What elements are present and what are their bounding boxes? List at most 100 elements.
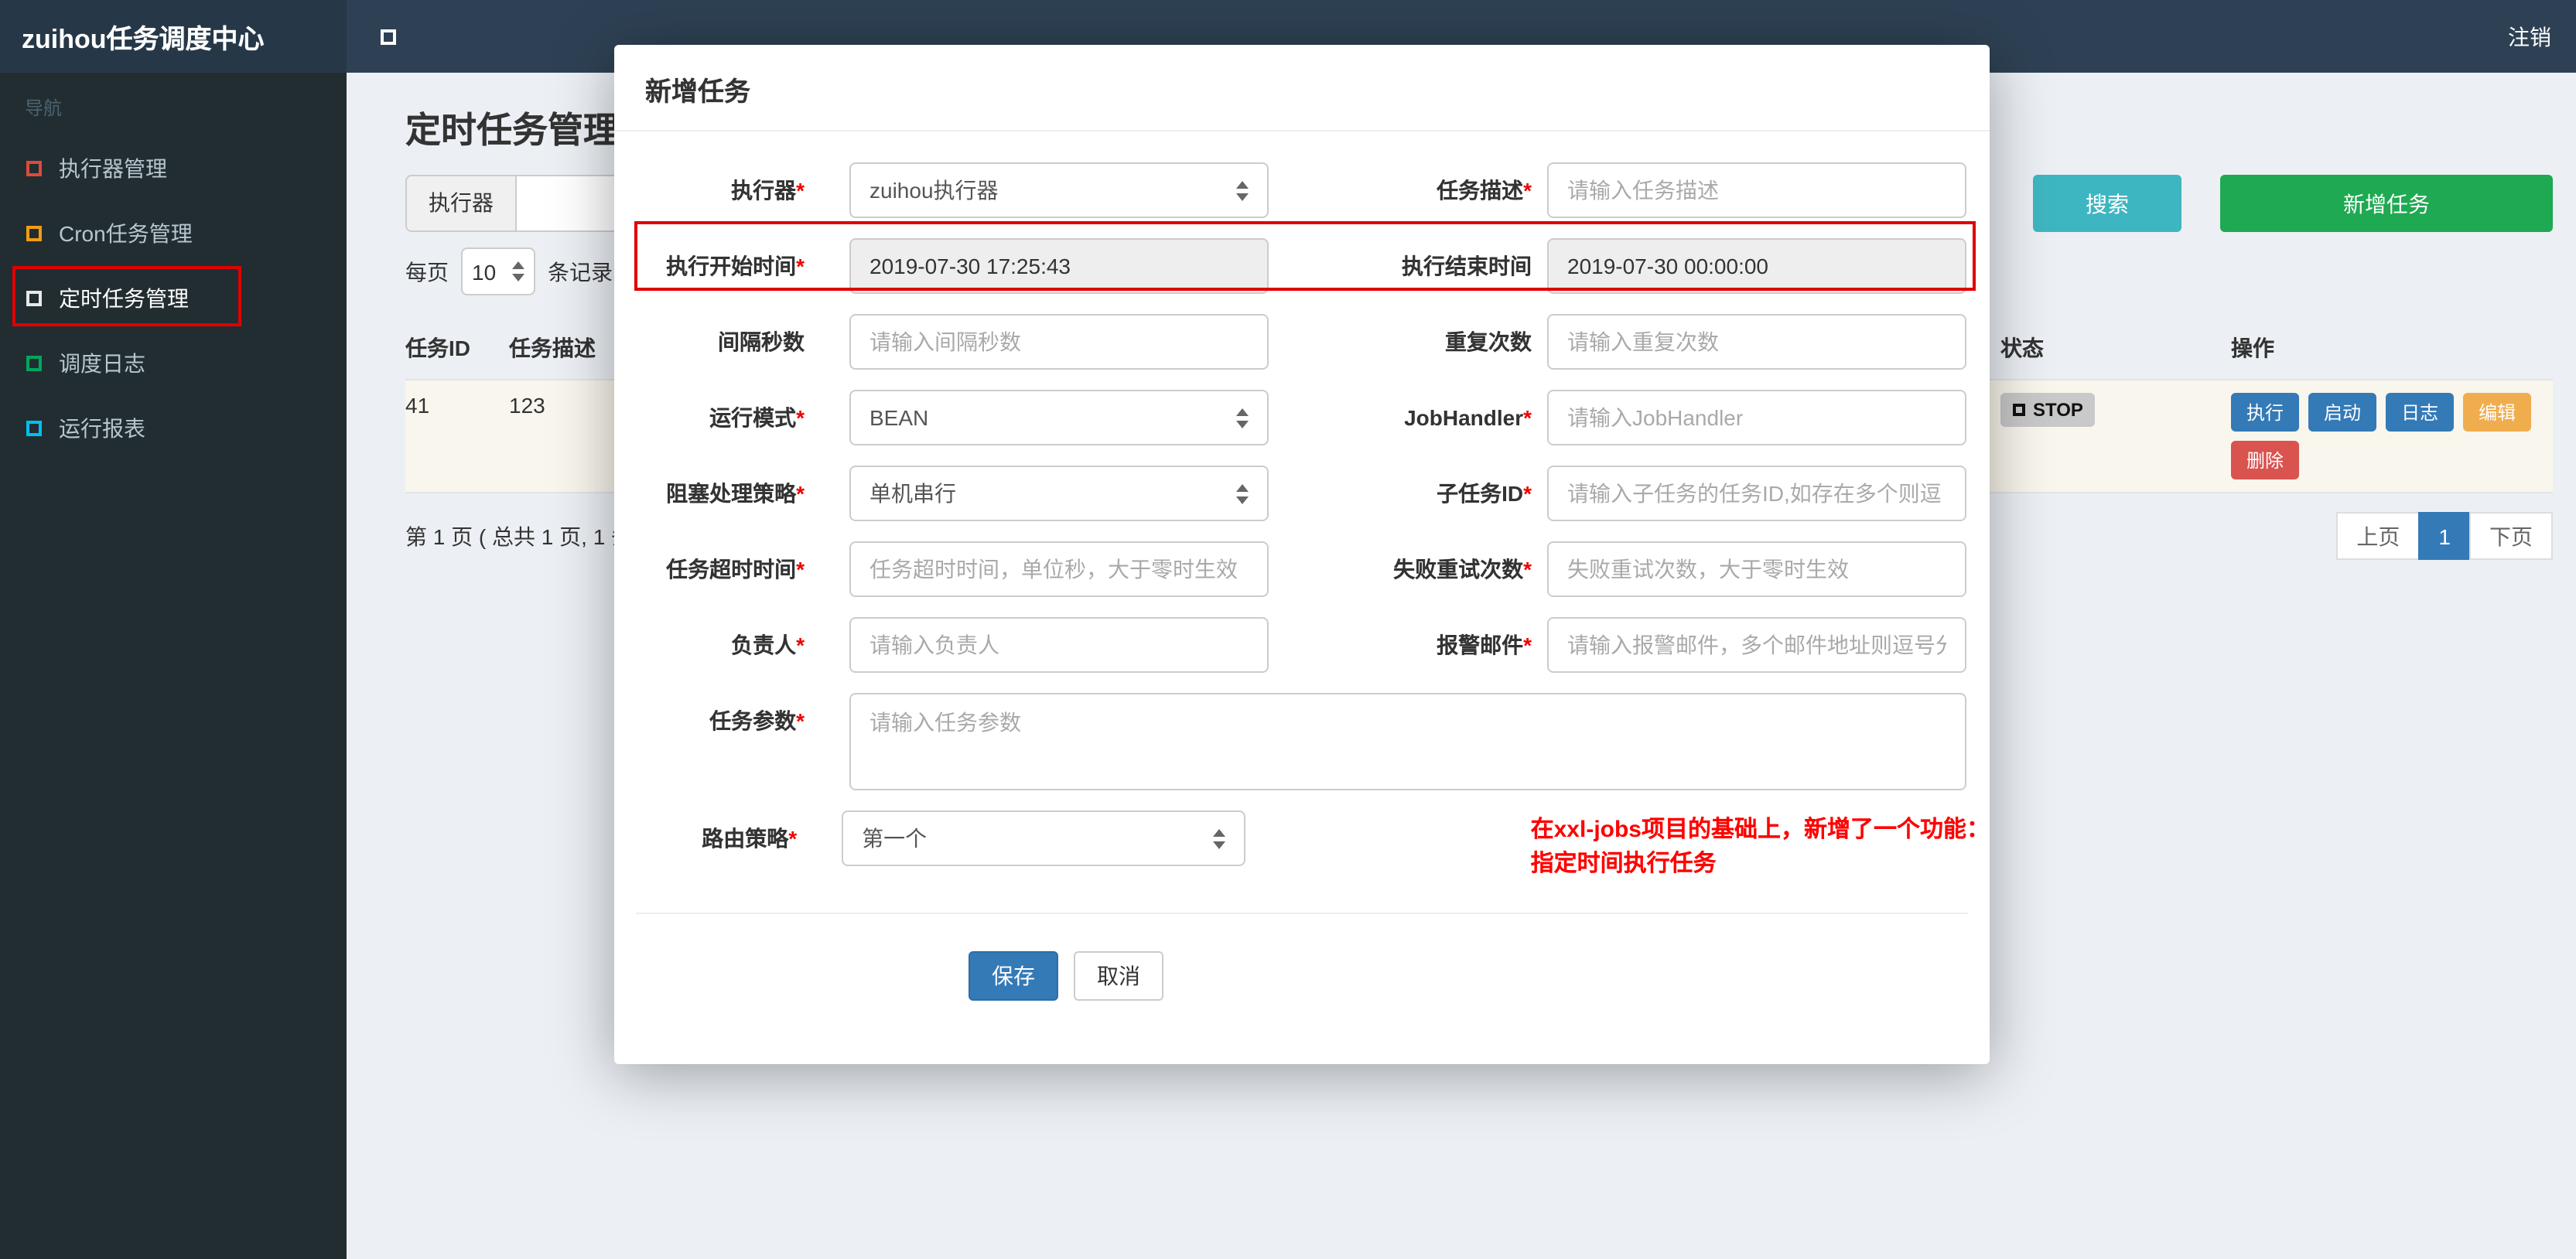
page-size-select[interactable]: 10 (461, 247, 535, 295)
modal-footer: 保存 取消 (969, 951, 1990, 1001)
required-asterisk: * (1523, 178, 1532, 203)
sidebar-item-executor-mgmt[interactable]: 执行器管理 (0, 136, 347, 201)
label-text: 重复次数 (1445, 329, 1532, 354)
owner-input[interactable] (849, 617, 1269, 673)
start-button[interactable]: 启动 (2308, 393, 2377, 432)
modal-title: 新增任务 (614, 45, 1990, 131)
required-asterisk: * (796, 481, 805, 506)
child-job-id-input[interactable] (1547, 466, 1966, 521)
cancel-button[interactable]: 取消 (1074, 951, 1163, 1001)
required-asterisk: * (1523, 633, 1532, 657)
prev-page-button[interactable]: 上页 (2336, 512, 2421, 560)
feature-note-line1: 在xxl-jobs项目的基础上，新增了一个功能： (1530, 817, 1990, 843)
sidebar-toggle-button[interactable] (371, 19, 405, 53)
timeout-input[interactable] (849, 541, 1269, 597)
select-caret-icon (1236, 483, 1249, 503)
block-strategy-select[interactable]: 单机串行 (849, 466, 1269, 521)
white-square-icon (26, 291, 42, 306)
executor-select[interactable]: zuihou执行器 (849, 162, 1269, 218)
timeout-label: 任务超时时间* (614, 541, 849, 597)
form-row: 路由策略* 第一个 在xxl-jobs项目的基础上，新增了一个功能： 指定时间执… (614, 810, 1990, 882)
form-row: 间隔秒数 重复次数 (614, 314, 1990, 370)
form-row: 任务超时时间* 失败重试次数* (614, 541, 1990, 597)
form-row: 执行开始时间* 执行结束时间 (614, 238, 1990, 294)
label-text: 执行结束时间 (1402, 254, 1532, 278)
form-row: 执行器* zuihou执行器 任务描述* (614, 162, 1990, 218)
page-number-button[interactable]: 1 (2418, 512, 2471, 560)
orange-square-icon (26, 226, 42, 241)
form-row: 运行模式* BEAN JobHandler* (614, 390, 1990, 445)
add-job-modal: 新增任务 执行器* zuihou执行器 任务描述* 执行开始时间* 执行结束时间… (614, 45, 1990, 1064)
end-time-label: 执行结束时间 (1269, 238, 1547, 294)
feature-note-line2: 指定时间执行任务 (1530, 851, 1717, 877)
label-text: 失败重试次数 (1393, 557, 1524, 582)
label-text: 任务描述 (1437, 178, 1524, 203)
sidebar-item-cron-mgmt[interactable]: Cron任务管理 (0, 201, 347, 266)
green-square-icon (26, 356, 42, 371)
route-strategy-select-value: 第一个 (862, 826, 928, 851)
required-asterisk: * (1523, 557, 1532, 582)
sidebar-item-label: 运行报表 (59, 416, 145, 441)
col-header-actions[interactable]: 操作 (2231, 333, 2553, 363)
execute-button[interactable]: 执行 (2231, 393, 2300, 432)
select-caret-icon (512, 261, 524, 281)
cell-status: STOP (2000, 393, 2231, 489)
run-mode-select[interactable]: BEAN (849, 390, 1269, 445)
job-desc-label: 任务描述* (1269, 162, 1547, 218)
log-button[interactable]: 日志 (2386, 393, 2455, 432)
form-row: 阻塞处理策略* 单机串行 子任务ID* (614, 466, 1990, 521)
alarm-email-input[interactable] (1547, 617, 1966, 673)
save-button[interactable]: 保存 (969, 951, 1058, 1001)
required-asterisk: * (796, 708, 805, 733)
sidebar-item-label: 定时任务管理 (59, 286, 189, 311)
repeat-count-input[interactable] (1547, 314, 1966, 370)
sidebar-item-run-report[interactable]: 运行报表 (0, 396, 347, 461)
stop-square-icon (2013, 404, 2025, 416)
start-time-input[interactable] (849, 238, 1269, 294)
form-row: 负责人* 报警邮件* (614, 617, 1990, 673)
pagination: 上页 1 下页 (2336, 512, 2553, 560)
modal-body: 执行器* zuihou执行器 任务描述* 执行开始时间* 执行结束时间 间隔秒数… (614, 131, 1990, 1001)
required-asterisk: * (1523, 405, 1532, 430)
job-handler-input[interactable] (1547, 390, 1966, 445)
required-asterisk: * (796, 178, 805, 203)
brand-logo[interactable]: zuihou任务调度中心 (0, 0, 347, 73)
label-text: 子任务ID (1437, 481, 1524, 506)
run-mode-select-value: BEAN (869, 405, 929, 430)
block-strategy-select-value: 单机串行 (869, 481, 956, 506)
sidebar-toggle-icon (381, 29, 396, 44)
next-page-button[interactable]: 下页 (2469, 512, 2553, 560)
job-param-textarea[interactable] (849, 693, 1966, 790)
label-text: 运行模式 (709, 405, 797, 430)
edit-button[interactable]: 编辑 (2463, 393, 2532, 432)
select-caret-icon (1236, 180, 1249, 200)
retry-count-input[interactable] (1547, 541, 1966, 597)
label-text: 任务参数 (709, 708, 797, 733)
sidebar-item-schedule-log[interactable]: 调度日志 (0, 331, 347, 396)
col-header-job-id[interactable]: 任务ID (405, 333, 509, 363)
label-text: 负责人 (731, 633, 797, 657)
retry-count-label: 失败重试次数* (1269, 541, 1547, 597)
required-asterisk: * (1523, 481, 1532, 506)
sidebar-header: 导航 (25, 97, 63, 119)
search-button[interactable]: 搜索 (2033, 175, 2181, 232)
add-job-button[interactable]: 新增任务 (2220, 175, 2553, 232)
label-text: 报警邮件 (1437, 633, 1524, 657)
run-mode-label: 运行模式* (614, 390, 849, 445)
sidebar-item-scheduled-task-mgmt[interactable]: 定时任务管理 (0, 266, 347, 331)
label-text: 执行器 (731, 178, 797, 203)
modal-divider (636, 913, 1968, 914)
delete-button[interactable]: 删除 (2231, 441, 2300, 479)
start-time-label: 执行开始时间* (614, 238, 849, 294)
logout-link[interactable]: 注销 (2508, 21, 2551, 52)
select-caret-icon (1236, 408, 1249, 428)
route-strategy-select[interactable]: 第一个 (842, 810, 1246, 866)
end-time-input[interactable] (1547, 238, 1966, 294)
col-header-status[interactable]: 状态 (2000, 333, 2231, 363)
sidebar-item-label: 执行器管理 (59, 156, 167, 181)
interval-input[interactable] (849, 314, 1269, 370)
red-square-icon (26, 161, 42, 176)
job-desc-input[interactable] (1547, 162, 1966, 218)
select-caret-icon (1213, 828, 1226, 848)
sidebar-item-label: Cron任务管理 (59, 221, 193, 246)
